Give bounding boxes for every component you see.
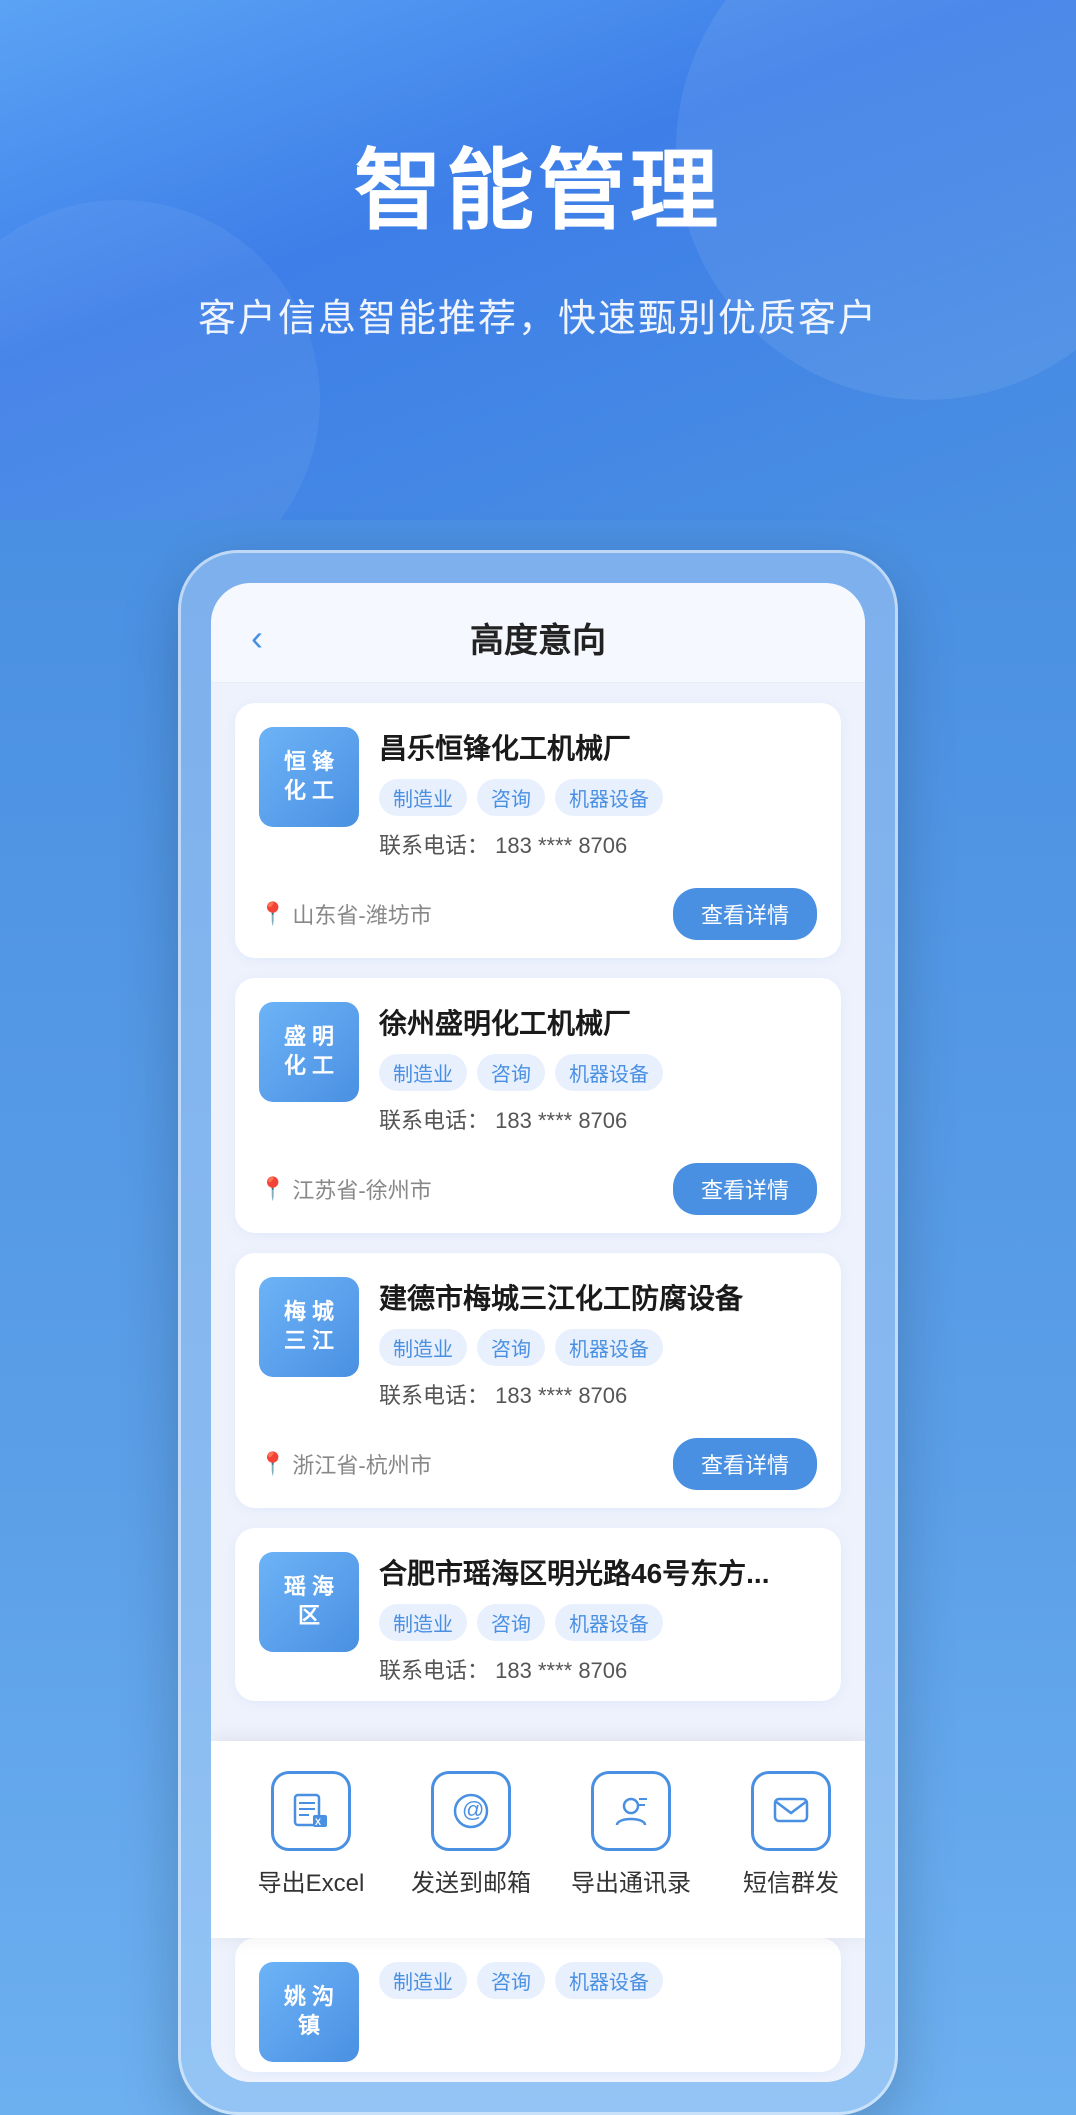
location-icon-1: 📍 <box>259 901 286 927</box>
tag-consult-1: 咨询 <box>477 779 545 816</box>
avatar-2: 盛 明化 工 <box>259 1002 359 1102</box>
avatar-text-3: 梅 城三 江 <box>284 1298 334 1355</box>
tags-2: 制造业 咨询 机器设备 <box>379 1054 817 1091</box>
phone-header-title: 高度意向 <box>251 613 825 662</box>
email-icon: @ <box>431 1771 511 1851</box>
tag-equipment-3: 机器设备 <box>555 1329 663 1366</box>
card-info-1: 昌乐恒锋化工机械厂 制造业 咨询 机器设备 联系电话： 183 **** 870… <box>379 727 817 860</box>
avatar-text-partial: 姚 沟镇 <box>284 1983 334 2040</box>
avatar-text-4: 瑶 海区 <box>284 1573 334 1630</box>
contacts-label: 导出通讯录 <box>571 1863 691 1898</box>
card-info-3: 建德市梅城三江化工防腐设备 制造业 咨询 机器设备 联系电话： 183 ****… <box>379 1277 817 1410</box>
company-name-3: 建德市梅城三江化工防腐设备 <box>379 1277 817 1317</box>
card-info-4: 合肥市瑶海区明光路46号东方... 制造业 咨询 机器设备 联系电话： 183 … <box>379 1552 817 1685</box>
card-info-partial: 制造业 咨询 机器设备 <box>379 1962 817 2062</box>
tags-3: 制造业 咨询 机器设备 <box>379 1329 817 1366</box>
avatar-partial: 姚 沟镇 <box>259 1962 359 2062</box>
svg-text:X: X <box>315 1817 321 1827</box>
send-email-item[interactable]: @ 发送到邮箱 <box>391 1771 551 1898</box>
company-name-4: 合肥市瑶海区明光路46号东方... <box>379 1552 817 1592</box>
location-1: 📍 山东省-潍坊市 <box>259 898 432 930</box>
tag-manufacturing-1: 制造业 <box>379 779 467 816</box>
customer-card-1: 恒 锋化 工 昌乐恒锋化工机械厂 制造业 咨询 机器设备 联系电话： <box>235 703 841 958</box>
phone-mockup: ‹ 高度意向 恒 锋化 工 昌乐恒锋化工机械厂 制造业 <box>178 550 898 2115</box>
location-icon-3: 📍 <box>259 1451 286 1477</box>
avatar-1: 恒 锋化 工 <box>259 727 359 827</box>
svg-text:@: @ <box>462 1797 484 1822</box>
contacts-icon <box>591 1771 671 1851</box>
card-footer-3: 📍 浙江省-杭州市 查看详情 <box>235 1426 841 1508</box>
tag-equipment-2: 机器设备 <box>555 1054 663 1091</box>
phone-number-1: 联系电话： 183 **** 8706 <box>379 828 817 860</box>
company-name-2: 徐州盛明化工机械厂 <box>379 1002 817 1042</box>
tag-equipment-1: 机器设备 <box>555 779 663 816</box>
card-footer-1: 📍 山东省-潍坊市 查看详情 <box>235 876 841 958</box>
detail-button-1[interactable]: 查看详情 <box>673 888 817 940</box>
phone-number-2: 联系电话： 183 **** 8706 <box>379 1103 817 1135</box>
customer-card-4: 瑶 海区 合肥市瑶海区明光路46号东方... 制造业 咨询 机器设备 联系电话： <box>235 1528 841 1701</box>
phone-header: ‹ 高度意向 <box>211 583 865 683</box>
cards-container: 恒 锋化 工 昌乐恒锋化工机械厂 制造业 咨询 机器设备 联系电话： <box>211 683 865 1741</box>
sms-icon <box>751 1771 831 1851</box>
avatar-4: 瑶 海区 <box>259 1552 359 1652</box>
export-contacts-item[interactable]: 导出通讯录 <box>551 1771 711 1898</box>
detail-button-3[interactable]: 查看详情 <box>673 1438 817 1490</box>
customer-card-partial: 姚 沟镇 制造业 咨询 机器设备 <box>235 1938 841 2072</box>
tag-manufacturing-3: 制造业 <box>379 1329 467 1366</box>
sms-label: 短信群发 <box>743 1863 839 1898</box>
tag-equipment-4: 机器设备 <box>555 1604 663 1641</box>
excel-label: 导出Excel <box>258 1863 365 1898</box>
avatar-text-1: 恒 锋化 工 <box>284 748 334 805</box>
card-footer-2: 📍 江苏省-徐州市 查看详情 <box>235 1151 841 1233</box>
sms-broadcast-item[interactable]: 短信群发 <box>711 1771 865 1898</box>
hero-subtitle: 客户信息智能推荐，快速甄别优质客户 <box>60 287 1016 342</box>
card-info-2: 徐州盛明化工机械厂 制造业 咨询 机器设备 联系电话： 183 **** 870… <box>379 1002 817 1135</box>
back-button[interactable]: ‹ <box>251 617 263 659</box>
phone-number-3: 联系电话： 183 **** 8706 <box>379 1378 817 1410</box>
tag-consult-3: 咨询 <box>477 1329 545 1366</box>
tag-manufacturing-4: 制造业 <box>379 1604 467 1641</box>
tag-manufacturing-2: 制造业 <box>379 1054 467 1091</box>
hero-section: 智能管理 客户信息智能推荐，快速甄别优质客户 <box>0 0 1076 520</box>
customer-card-2: 盛 明化 工 徐州盛明化工机械厂 制造业 咨询 机器设备 联系电话： <box>235 978 841 1233</box>
bottom-action-bar: X 导出Excel @ 发送到邮箱 <box>211 1741 865 1938</box>
tag-consult-4: 咨询 <box>477 1604 545 1641</box>
tag-manufacturing-p: 制造业 <box>379 1962 467 1999</box>
detail-button-2[interactable]: 查看详情 <box>673 1163 817 1215</box>
tag-consult-2: 咨询 <box>477 1054 545 1091</box>
partial-card-section: 姚 沟镇 制造业 咨询 机器设备 <box>211 1938 865 2082</box>
customer-card-3: 梅 城三 江 建德市梅城三江化工防腐设备 制造业 咨询 机器设备 联系电话： <box>235 1253 841 1508</box>
export-excel-item[interactable]: X 导出Excel <box>231 1771 391 1898</box>
excel-icon: X <box>271 1771 351 1851</box>
location-icon-2: 📍 <box>259 1176 286 1202</box>
phone-number-4: 联系电话： 183 **** 8706 <box>379 1653 817 1685</box>
avatar-text-2: 盛 明化 工 <box>284 1023 334 1080</box>
tag-equipment-p: 机器设备 <box>555 1962 663 1999</box>
tags-4: 制造业 咨询 机器设备 <box>379 1604 817 1641</box>
avatar-3: 梅 城三 江 <box>259 1277 359 1377</box>
email-label: 发送到邮箱 <box>411 1863 531 1898</box>
location-2: 📍 江苏省-徐州市 <box>259 1173 432 1205</box>
company-name-1: 昌乐恒锋化工机械厂 <box>379 727 817 767</box>
tag-consult-p: 咨询 <box>477 1962 545 1999</box>
phone-section: ‹ 高度意向 恒 锋化 工 昌乐恒锋化工机械厂 制造业 <box>0 520 1076 2115</box>
location-3: 📍 浙江省-杭州市 <box>259 1448 432 1480</box>
phone-inner: ‹ 高度意向 恒 锋化 工 昌乐恒锋化工机械厂 制造业 <box>211 583 865 2082</box>
tags-1: 制造业 咨询 机器设备 <box>379 779 817 816</box>
hero-title: 智能管理 <box>60 120 1016 247</box>
tags-partial: 制造业 咨询 机器设备 <box>379 1962 817 1999</box>
